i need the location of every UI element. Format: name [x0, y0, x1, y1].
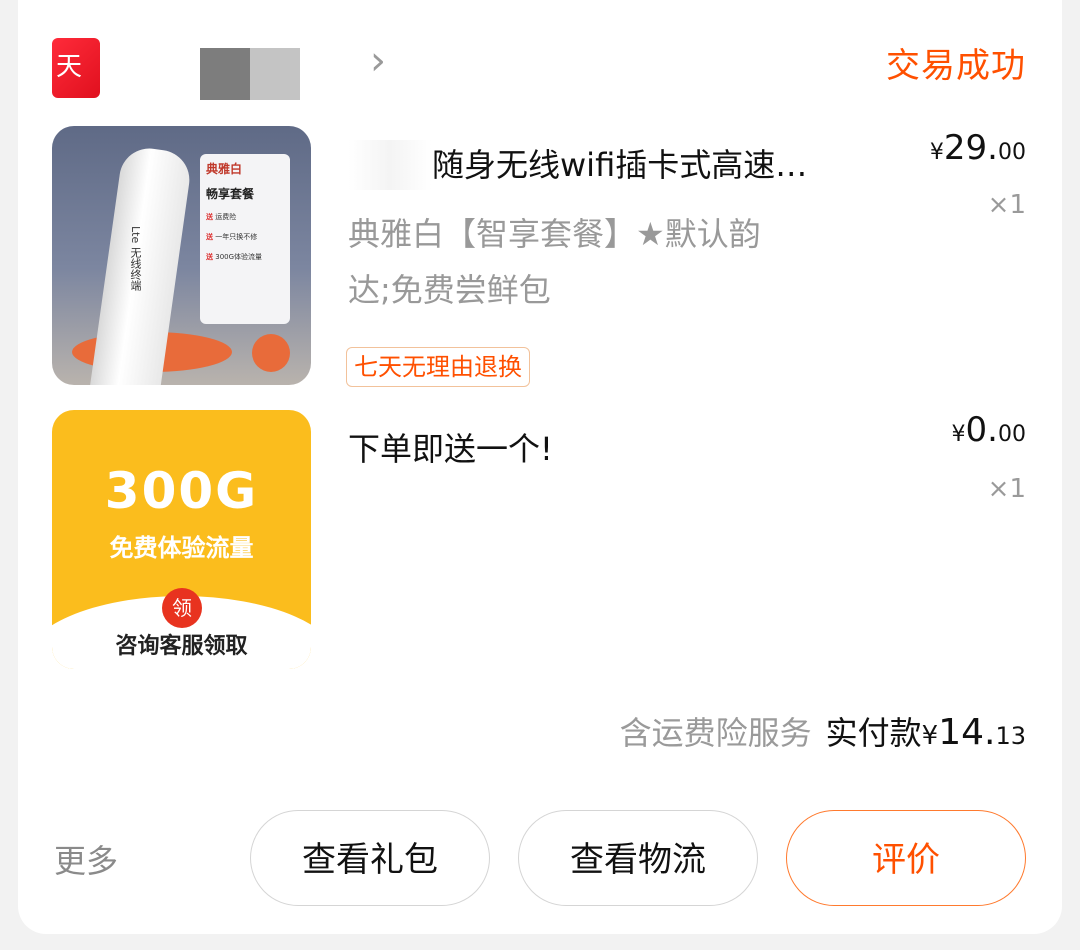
decor-ball — [252, 334, 290, 372]
product-price: ¥0.00 — [951, 410, 1026, 450]
dongle-label: Lte 无线终端 — [129, 226, 142, 291]
product-title[interactable]: 下单即送一个! — [348, 424, 553, 470]
chevron-right-icon[interactable]: › — [370, 38, 386, 84]
product-spec-line: 典雅白【智享套餐】★默认韵 — [348, 215, 761, 253]
claim-badge-icon: 领 — [162, 588, 202, 628]
package-card-title: 典雅白 — [206, 162, 243, 176]
package-line: 送 运费险 — [206, 213, 237, 221]
promo-claim-text: 咨询客服领取 — [115, 634, 248, 659]
product-quantity: ×1 — [987, 474, 1026, 504]
promo-headline: 300G — [104, 462, 259, 520]
order-total: 含运费险服务 实付款¥14.13 — [620, 708, 1026, 754]
package-card: 典雅白 畅享套餐 送 运费险 送 一年只换不修 送 300G体验流量 — [200, 154, 290, 324]
redaction-block — [200, 48, 250, 100]
review-button[interactable]: 评价 — [786, 810, 1026, 906]
tmall-logo[interactable]: 天 — [52, 38, 100, 98]
view-logistics-button[interactable]: 查看物流 — [518, 810, 758, 906]
package-line: 送 一年只换不修 — [206, 233, 258, 241]
order-status: 交易成功 — [886, 46, 1026, 86]
view-gift-button[interactable]: 查看礼包 — [250, 810, 490, 906]
product-spec: 典雅白【智享套餐】★默认韵 达;免费尝鲜包 — [348, 206, 888, 318]
redaction-block — [250, 48, 300, 100]
product-image-wifi[interactable]: Lte 无线终端 典雅白 畅享套餐 送 运费险 送 一年只换不修 送 300G体… — [52, 126, 311, 385]
package-card-subtitle: 畅享套餐 — [206, 187, 255, 201]
package-line: 送 300G体验流量 — [206, 253, 263, 261]
product-title[interactable]: 随身无线wifi插卡式高速… — [432, 140, 807, 186]
product-price: ¥29.00 — [929, 128, 1026, 168]
title-redaction — [348, 140, 432, 190]
total-amount: ¥14.13 — [921, 712, 1026, 753]
promo-subtitle: 免费体验流量 — [109, 534, 254, 562]
product-image-gift[interactable]: 300G 免费体验流量 领 咨询客服领取 — [52, 410, 311, 669]
shop-name-redacted[interactable] — [108, 48, 348, 100]
product-quantity: ×1 — [987, 190, 1026, 220]
product-spec-line: 达;免费尝鲜包 — [348, 271, 551, 309]
return-policy-tag: 七天无理由退换 — [346, 347, 530, 387]
shipping-insurance-note: 含运费险服务 — [619, 714, 812, 752]
more-button[interactable]: 更多 — [54, 836, 118, 882]
total-label: 实付款 — [825, 714, 922, 752]
